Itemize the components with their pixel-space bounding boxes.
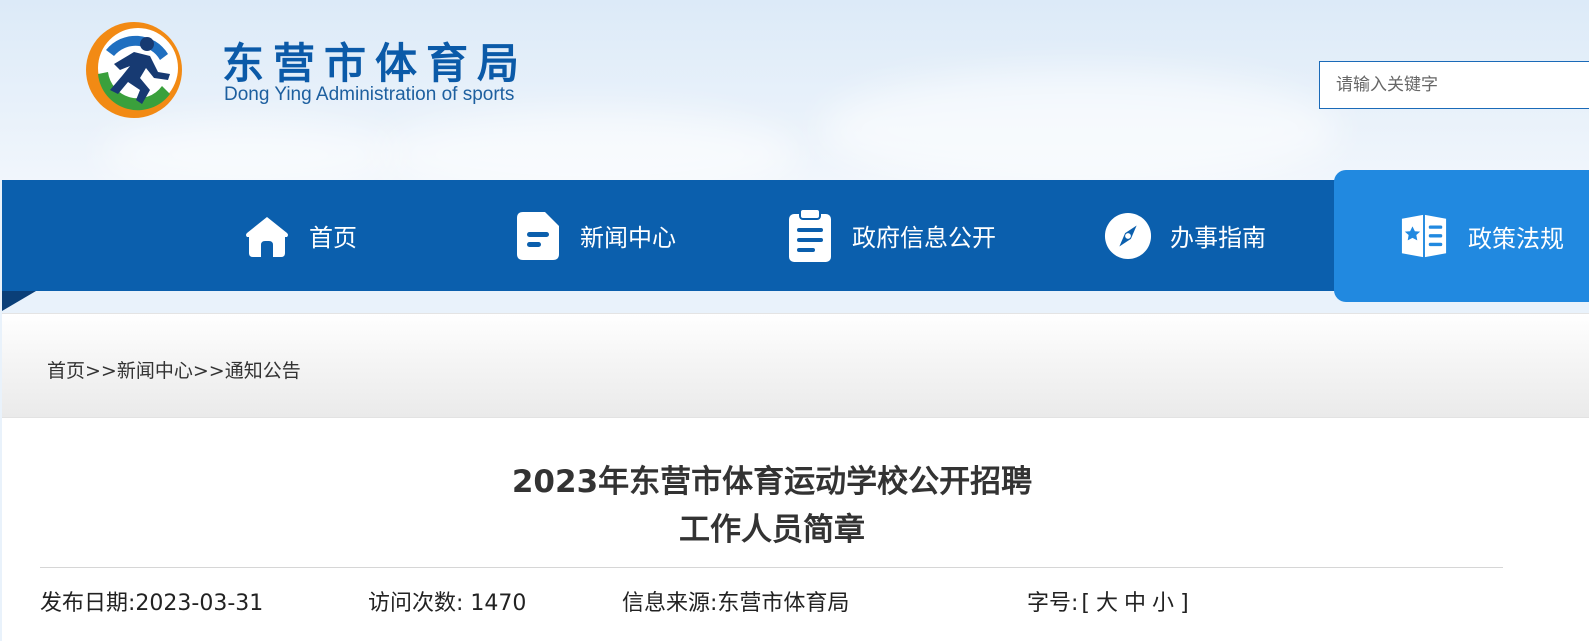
- nav-item-label: 办事指南: [1170, 224, 1266, 252]
- breadcrumb: 首页>>新闻中心>>通知公告: [47, 356, 301, 383]
- compass-icon: [1104, 210, 1152, 262]
- breadcrumb-home[interactable]: 首页: [47, 360, 85, 382]
- visit-count-value: 1470: [470, 591, 527, 616]
- cloud-decoration: [380, 110, 800, 180]
- publish-date-value: 2023-03-31: [135, 591, 264, 616]
- nav-item-home[interactable]: 首页: [243, 180, 357, 291]
- font-size-label: 字号:: [1027, 591, 1079, 616]
- visit-count-label: 访问次数:: [368, 591, 464, 616]
- nav-item-policy[interactable]: 政策法规: [1334, 170, 1589, 302]
- cloud-decoration: [820, 70, 1340, 180]
- article-title: 2023年东营市体育运动学校公开招聘 工作人员简章: [0, 458, 1544, 554]
- info-source-value: 东营市体育局: [717, 591, 850, 616]
- nav-item-label: 政府信息公开: [852, 224, 996, 252]
- breadcrumb-news[interactable]: 新闻中心: [117, 360, 193, 382]
- nav-item-news[interactable]: 新闻中心: [514, 180, 676, 291]
- font-size-control: 字号:[大中小]: [1027, 585, 1192, 617]
- nav-item-gov-info[interactable]: 政府信息公开: [786, 180, 996, 291]
- info-source: 信息来源:东营市体育局: [622, 585, 849, 617]
- nav-item-guide[interactable]: 办事指南: [1104, 180, 1266, 291]
- publish-date-label: 发布日期:: [40, 591, 136, 616]
- policy-book-icon: [1400, 210, 1448, 262]
- nav-item-label: 政策法规: [1468, 224, 1564, 253]
- clipboard-icon: [786, 207, 834, 262]
- search-input[interactable]: [1320, 62, 1589, 108]
- font-size-small[interactable]: 小: [1152, 591, 1174, 616]
- breadcrumb-separator: >>: [192, 360, 225, 382]
- runner-logo-icon: [86, 22, 182, 118]
- info-source-label: 信息来源:: [622, 591, 718, 616]
- font-size-bracket-close: ]: [1180, 591, 1189, 616]
- breadcrumb-separator: >>: [85, 360, 117, 382]
- home-icon: [243, 210, 291, 262]
- article-title-line-2: 工作人员简章: [679, 512, 865, 548]
- news-icon: [514, 210, 562, 262]
- site-title: 东营市体育局: [222, 39, 529, 88]
- search-box: [1319, 61, 1589, 109]
- font-size-medium[interactable]: 中: [1124, 591, 1146, 616]
- nav-item-label: 首页: [309, 224, 357, 252]
- title-divider: [40, 567, 1503, 568]
- cloud-decoration: [100, 120, 400, 180]
- breadcrumb-notices[interactable]: 通知公告: [225, 360, 301, 382]
- site-subtitle: Dong Ying Administration of sports: [224, 84, 515, 105]
- nav-fold-decoration: [2, 291, 36, 311]
- publish-date: 发布日期:2023-03-31: [40, 585, 263, 617]
- nav-item-label: 新闻中心: [580, 224, 676, 252]
- font-size-bracket-open: [: [1081, 591, 1091, 616]
- site-logo[interactable]: [84, 20, 184, 120]
- visit-count: 访问次数: 1470: [368, 585, 526, 617]
- article-title-line-1: 2023年东营市体育运动学校公开招聘: [511, 464, 1033, 500]
- font-size-large[interactable]: 大: [1096, 591, 1118, 616]
